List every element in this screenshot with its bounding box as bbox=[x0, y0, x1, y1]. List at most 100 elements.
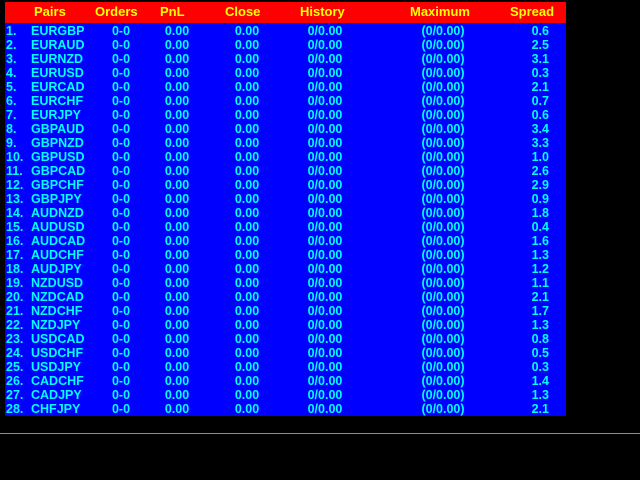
table-row: 18. AUDJPY 0-0 0.00 0.00 0/0.00 (0/0.00) 1.2 bbox=[5, 262, 566, 276]
maximum-cell: (0/0.00) bbox=[421, 80, 465, 94]
orders-cell: 0-0 bbox=[111, 332, 131, 346]
table-row: 3. EURNZD 0-0 0.00 0.00 0/0.00 (0/0.00) 3.1 bbox=[5, 52, 566, 66]
table-row: 19. NZDUSD 0-0 0.00 0.00 0/0.00 (0/0.00) 1.1 bbox=[5, 276, 566, 290]
history-cell: 0/0.00 bbox=[307, 136, 343, 150]
pair-name: AUDJPY bbox=[31, 262, 82, 276]
row-index: 20. bbox=[6, 290, 24, 304]
history-cell: 0/0.00 bbox=[307, 80, 343, 94]
row-index: 17. bbox=[6, 248, 24, 262]
row-index: 16. bbox=[6, 234, 24, 248]
orders-cell: 0-0 bbox=[111, 304, 131, 318]
table-row: 14. AUDNZD 0-0 0.00 0.00 0/0.00 (0/0.00) 1.8 bbox=[5, 206, 566, 220]
orders-cell: 0-0 bbox=[111, 66, 131, 80]
pnl-cell: 0.00 bbox=[164, 374, 190, 388]
spread-cell: 1.4 bbox=[531, 374, 549, 388]
close-cell: 0.00 bbox=[234, 304, 260, 318]
close-cell: 0.00 bbox=[234, 234, 260, 248]
spread-cell: 1.3 bbox=[531, 388, 549, 402]
table-row: 27. CADJPY 0-0 0.00 0.00 0/0.00 (0/0.00) 1.3 bbox=[5, 388, 566, 402]
pnl-cell: 0.00 bbox=[164, 276, 190, 290]
row-index: 2. bbox=[6, 38, 17, 52]
spread-cell: 1.3 bbox=[531, 248, 549, 262]
pair-name: AUDCHF bbox=[31, 248, 84, 262]
row-index: 25. bbox=[6, 360, 24, 374]
row-index: 13. bbox=[6, 192, 24, 206]
close-cell: 0.00 bbox=[234, 164, 260, 178]
spread-cell: 2.9 bbox=[531, 178, 549, 192]
header-pairs: Pairs bbox=[34, 4, 66, 19]
history-cell: 0/0.00 bbox=[307, 262, 343, 276]
pnl-cell: 0.00 bbox=[164, 136, 190, 150]
history-cell: 0/0.00 bbox=[307, 332, 343, 346]
pnl-cell: 0.00 bbox=[164, 24, 190, 38]
spread-cell: 0.7 bbox=[531, 94, 549, 108]
spread-cell: 0.8 bbox=[531, 332, 549, 346]
orders-cell: 0-0 bbox=[111, 248, 131, 262]
spread-cell: 1.0 bbox=[531, 150, 549, 164]
history-cell: 0/0.00 bbox=[307, 206, 343, 220]
maximum-cell: (0/0.00) bbox=[421, 276, 465, 290]
pair-name: USDCAD bbox=[31, 332, 85, 346]
maximum-cell: (0/0.00) bbox=[421, 192, 465, 206]
close-cell: 0.00 bbox=[234, 220, 260, 234]
pnl-cell: 0.00 bbox=[164, 150, 190, 164]
table-row: 11. GBPCAD 0-0 0.00 0.00 0/0.00 (0/0.00) 2.6 bbox=[5, 164, 566, 178]
spread-cell: 0.6 bbox=[531, 108, 549, 122]
history-cell: 0/0.00 bbox=[307, 388, 343, 402]
row-index: 18. bbox=[6, 262, 24, 276]
close-cell: 0.00 bbox=[234, 248, 260, 262]
history-cell: 0/0.00 bbox=[307, 346, 343, 360]
row-index: 12. bbox=[6, 178, 24, 192]
close-cell: 0.00 bbox=[234, 318, 260, 332]
history-cell: 0/0.00 bbox=[307, 108, 343, 122]
pair-name: EURNZD bbox=[31, 52, 84, 66]
header-close: Close bbox=[225, 4, 261, 19]
orders-cell: 0-0 bbox=[111, 290, 131, 304]
pnl-cell: 0.00 bbox=[164, 360, 190, 374]
maximum-cell: (0/0.00) bbox=[421, 122, 465, 136]
pnl-cell: 0.00 bbox=[164, 38, 190, 52]
maximum-cell: (0/0.00) bbox=[421, 332, 465, 346]
maximum-cell: (0/0.00) bbox=[421, 388, 465, 402]
close-cell: 0.00 bbox=[234, 360, 260, 374]
history-cell: 0/0.00 bbox=[307, 248, 343, 262]
maximum-cell: (0/0.00) bbox=[421, 402, 465, 416]
close-cell: 0.00 bbox=[234, 150, 260, 164]
pnl-cell: 0.00 bbox=[164, 220, 190, 234]
history-cell: 0/0.00 bbox=[307, 318, 343, 332]
spread-cell: 3.3 bbox=[531, 136, 549, 150]
table-row: 13. GBPJPY 0-0 0.00 0.00 0/0.00 (0/0.00) 0.9 bbox=[5, 192, 566, 206]
orders-cell: 0-0 bbox=[111, 94, 131, 108]
history-cell: 0/0.00 bbox=[307, 164, 343, 178]
close-cell: 0.00 bbox=[234, 276, 260, 290]
pnl-cell: 0.00 bbox=[164, 192, 190, 206]
close-cell: 0.00 bbox=[234, 332, 260, 346]
history-cell: 0/0.00 bbox=[307, 192, 343, 206]
row-index: 11. bbox=[6, 164, 23, 178]
pair-name: NZDCHF bbox=[31, 304, 83, 318]
spread-cell: 2.5 bbox=[531, 38, 549, 52]
row-index: 5. bbox=[6, 80, 17, 94]
pnl-cell: 0.00 bbox=[164, 388, 190, 402]
pnl-cell: 0.00 bbox=[164, 164, 190, 178]
row-index: 26. bbox=[6, 374, 24, 388]
spread-cell: 0.3 bbox=[531, 66, 549, 80]
pair-name: AUDCAD bbox=[31, 234, 86, 248]
close-cell: 0.00 bbox=[234, 178, 260, 192]
row-index: 3. bbox=[6, 52, 17, 66]
table-row: 9. GBPNZD 0-0 0.00 0.00 0/0.00 (0/0.00) 3.3 bbox=[5, 136, 566, 150]
orders-cell: 0-0 bbox=[111, 38, 131, 52]
history-cell: 0/0.00 bbox=[307, 220, 343, 234]
maximum-cell: (0/0.00) bbox=[421, 108, 465, 122]
orders-cell: 0-0 bbox=[111, 360, 131, 374]
orders-cell: 0-0 bbox=[111, 220, 131, 234]
spread-cell: 0.3 bbox=[531, 360, 549, 374]
pnl-cell: 0.00 bbox=[164, 108, 190, 122]
pair-name: GBPCHF bbox=[31, 178, 84, 192]
pair-name: GBPJPY bbox=[31, 192, 82, 206]
history-cell: 0/0.00 bbox=[307, 374, 343, 388]
row-index: 19. bbox=[6, 276, 24, 290]
header-pnl: PnL bbox=[160, 4, 185, 19]
table-row: 22. NZDJPY 0-0 0.00 0.00 0/0.00 (0/0.00) 1.3 bbox=[5, 318, 566, 332]
orders-cell: 0-0 bbox=[111, 80, 131, 94]
